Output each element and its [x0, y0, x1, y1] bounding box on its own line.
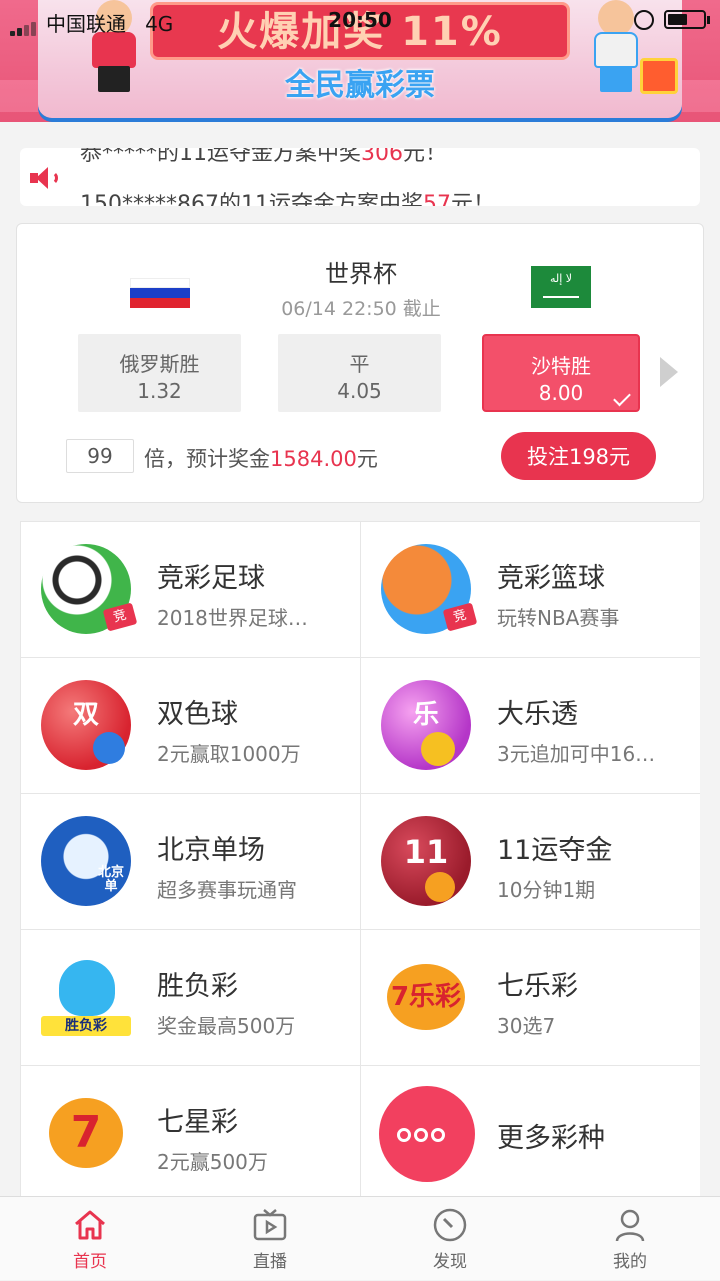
match-deadline: 06/14 22:50 截止 — [281, 298, 441, 320]
seven-le-icon: 7乐彩 — [381, 952, 471, 1042]
rotation-lock-icon — [634, 10, 654, 30]
banner-subtitle: 全民赢彩票 — [285, 68, 435, 103]
next-arrow-icon[interactable] — [660, 357, 678, 387]
place-bet-button[interactable]: 投注198元 — [501, 432, 656, 480]
winner-ticker[interactable]: 恭*****的11运夺金方案中奖306元！ 150*****867的11运夺金方… — [20, 148, 700, 206]
tab-mine[interactable]: 我的 — [540, 1197, 720, 1281]
live-tv-icon — [253, 1209, 287, 1241]
lottery-item[interactable]: 乐 大乐透 3元追加可中16… — [361, 658, 700, 793]
saudi-flag-icon: لا إله — [531, 266, 591, 308]
user-icon — [615, 1209, 645, 1242]
match-card: 世界杯 06/14 22:50 截止 لا إله 俄罗斯胜 1.32 平 4.05… — [16, 223, 704, 503]
status-time: 20:50 — [328, 8, 392, 32]
more-dots-icon — [379, 1086, 475, 1182]
estimated-prize: 倍，预计奖金1584.00元 — [144, 447, 378, 471]
bottom-tab-bar: 首页 直播 发现 我的 — [0, 1196, 720, 1280]
lottery-item[interactable]: 11 11运夺金 10分钟1期 — [361, 794, 700, 929]
lottery-item[interactable]: 7 七星彩 2元赢500万 — [21, 1066, 360, 1201]
lottery-item[interactable]: 竞 竞彩足球 2018世界足球… — [21, 522, 360, 657]
lottery-item-more[interactable]: 更多彩种 — [361, 1066, 700, 1201]
lottery-item[interactable]: 北京单 北京单场 超多赛事玩通宵 — [21, 794, 360, 929]
shark-mascot-icon: 北京单 — [41, 816, 131, 906]
odds-away-win[interactable]: 沙特胜 8.00 — [482, 334, 640, 412]
eleven-ball-icon: 11 — [381, 816, 471, 906]
lottery-item[interactable]: 胜负彩 胜负彩 奖金最高500万 — [21, 930, 360, 1065]
ticker-message: 恭*****的11运夺金方案中奖306元！ — [80, 148, 448, 166]
match-league: 世界杯 — [325, 260, 397, 288]
seven-star-icon: 7 — [41, 1088, 131, 1178]
red-ball-icon: 双 — [41, 680, 131, 770]
home-icon — [75, 1210, 105, 1240]
tab-discover[interactable]: 发现 — [360, 1197, 540, 1281]
dolphin-mascot-icon: 胜负彩 — [41, 952, 131, 1042]
status-bar: 中国联通 4G 20:50 — [0, 0, 720, 40]
tab-live[interactable]: 直播 — [180, 1197, 360, 1281]
speaker-icon — [30, 166, 60, 190]
tab-home[interactable]: 首页 — [0, 1197, 180, 1281]
prize-amount: 1584.00 — [270, 447, 357, 471]
multiplier-input[interactable] — [66, 439, 134, 473]
lottery-item[interactable]: 7乐彩 七乐彩 30选7 — [361, 930, 700, 1065]
gift-box-icon — [640, 58, 678, 94]
lottery-item[interactable]: 双 双色球 2元赢取1000万 — [21, 658, 360, 793]
lottery-item[interactable]: 竞 竞彩篮球 玩转NBA赛事 — [361, 522, 700, 657]
ticker-message: 150*****867的11运夺金方案中奖57元！ — [80, 192, 495, 206]
soccer-ball-icon: 竞 — [41, 544, 138, 634]
battery-icon — [664, 10, 710, 29]
lottery-grid: 竞 竞彩足球 2018世界足球… 竞 竞彩篮球 玩转NBA赛事 双 双色球 2元… — [20, 521, 700, 1201]
odds-draw[interactable]: 平 4.05 — [278, 334, 441, 412]
basketball-icon: 竞 — [381, 544, 478, 634]
odds-home-win[interactable]: 俄罗斯胜 1.32 — [78, 334, 241, 412]
purple-ball-icon: 乐 — [381, 680, 471, 770]
compass-icon — [433, 1208, 467, 1242]
